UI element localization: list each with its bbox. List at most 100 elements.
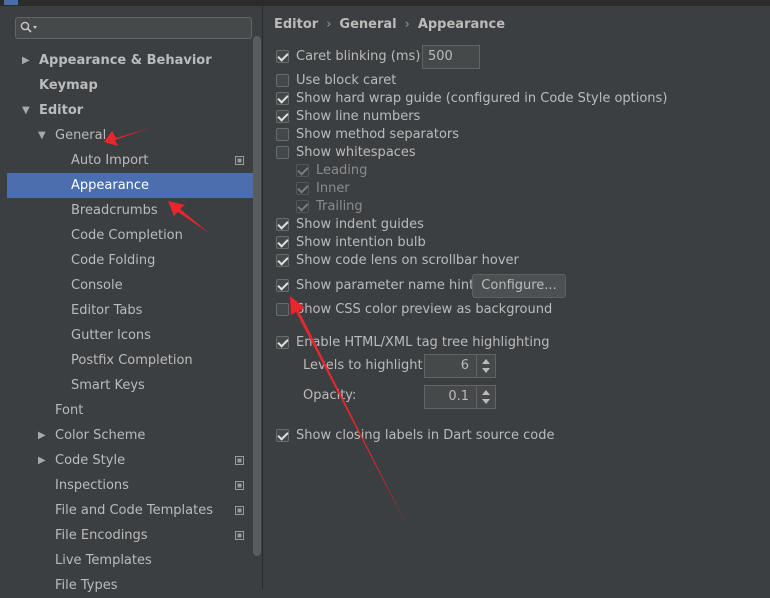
project-scope-icon	[235, 156, 244, 165]
tree-item-label: Live Templates	[55, 553, 152, 568]
tree-item-label: Postfix Completion	[71, 353, 193, 368]
search-input[interactable]	[15, 17, 252, 39]
checkbox-box[interactable]	[276, 146, 289, 159]
tree-item-label: Appearance & Behavior	[39, 53, 212, 68]
tree-item-label: Editor Tabs	[71, 303, 143, 318]
tree-item-live-templates[interactable]: Live Templates	[7, 548, 261, 573]
checkbox-label: Show hard wrap guide (configured in Code…	[296, 91, 668, 106]
tree-item-editor-tabs[interactable]: Editor Tabs	[7, 298, 261, 323]
opacity-label: Opacity:	[303, 388, 357, 403]
project-scope-icon	[235, 531, 244, 540]
tree-item-postfix-completion[interactable]: Postfix Completion	[7, 348, 261, 373]
checkbox-label: Show line numbers	[296, 109, 421, 124]
checkbox-label: Show CSS color preview as background	[296, 302, 553, 317]
checkbox-label: Show intention bulb	[296, 235, 426, 250]
checkbox-label: Show method separators	[296, 127, 460, 142]
tree-item-file-and-code-templates[interactable]: File and Code Templates	[7, 498, 261, 523]
sidebar-scrollbar[interactable]	[253, 36, 261, 556]
tree-item-label: Smart Keys	[71, 378, 145, 393]
tree-item-file-encodings[interactable]: File Encodings	[7, 523, 261, 548]
checkbox-box[interactable]	[276, 254, 289, 267]
checkbox-label: Trailing	[316, 199, 363, 214]
checkbox-box[interactable]	[276, 128, 289, 141]
tree-item-keymap[interactable]: Keymap	[7, 73, 261, 98]
checkbox-box[interactable]	[276, 429, 289, 442]
chevron-down-icon[interactable]: ▼	[38, 123, 46, 148]
tree-item-label: Gutter Icons	[71, 328, 151, 343]
checkbox-box[interactable]	[276, 50, 289, 63]
checkbox-box[interactable]	[276, 336, 289, 349]
checkbox-label: Leading	[316, 163, 368, 178]
tree-item-file-types[interactable]: File Types	[7, 573, 261, 598]
checkbox-label: Caret blinking (ms):	[296, 49, 425, 64]
checkbox-box[interactable]	[276, 110, 289, 123]
tree-item-console[interactable]: Console	[7, 273, 261, 298]
tree-item-code-folding[interactable]: Code Folding	[7, 248, 261, 273]
tree-item-label: Font	[55, 403, 84, 418]
spinner-arrows-icon[interactable]	[476, 386, 495, 408]
tree-item-label: Code Completion	[71, 228, 183, 243]
opacity-value: 0.1	[448, 389, 469, 404]
breadcrumb: Editor › General › Appearance	[274, 17, 505, 32]
tree-item-appearance-behavior[interactable]: ▶ Appearance & Behavior	[7, 48, 261, 73]
checkbox-box[interactable]	[296, 164, 309, 177]
tree-item-editor[interactable]: ▼ Editor	[7, 98, 261, 123]
checkbox-box[interactable]	[276, 236, 289, 249]
tree-item-code-style[interactable]: ▶ Code Style	[7, 448, 261, 473]
tree-item-label: File Types	[55, 578, 118, 593]
tree-item-label: Color Scheme	[55, 428, 146, 443]
chevron-right-icon[interactable]: ▶	[22, 48, 30, 73]
checkbox-label: Use block caret	[296, 73, 397, 88]
search-icon	[20, 21, 37, 33]
caret-blinking-input[interactable]: 500	[422, 45, 480, 69]
tree-item-appearance[interactable]: Appearance	[7, 173, 261, 198]
tree-item-label: Keymap	[39, 78, 98, 93]
tree-item-gutter-icons[interactable]: Gutter Icons	[7, 323, 261, 348]
tree-item-label: Appearance	[71, 178, 150, 193]
checkbox-label: Show code lens on scrollbar hover	[296, 253, 519, 268]
tree-item-breadcrumbs[interactable]: Breadcrumbs	[7, 198, 261, 223]
checkbox-label: Show indent guides	[296, 217, 424, 232]
levels-spinner[interactable]: 6	[424, 354, 496, 378]
opacity-spinner[interactable]: 0.1	[424, 385, 496, 409]
checkbox-box[interactable]	[276, 74, 289, 87]
levels-value: 6	[460, 358, 469, 373]
tree-item-color-scheme[interactable]: ▶ Color Scheme	[7, 423, 261, 448]
tree-item-label: File Encodings	[55, 528, 148, 543]
breadcrumb-separator-icon: ›	[326, 17, 332, 32]
configure-button[interactable]: Configure...	[472, 274, 566, 298]
checkbox-label: Show parameter name hints	[296, 278, 481, 293]
tree-item-smart-keys[interactable]: Smart Keys	[7, 373, 261, 398]
checkbox-box[interactable]	[276, 279, 289, 292]
tree-item-code-completion[interactable]: Code Completion	[7, 223, 261, 248]
checkbox-box[interactable]	[296, 182, 309, 195]
tree-item-inspections[interactable]: Inspections	[7, 473, 261, 498]
project-scope-icon	[235, 506, 244, 515]
checkbox-box[interactable]	[296, 200, 309, 213]
levels-label: Levels to highlight:	[303, 358, 427, 373]
chevron-right-icon[interactable]: ▶	[38, 448, 46, 473]
tree-item-auto-import[interactable]: Auto Import	[7, 148, 261, 173]
tree-item-label: Auto Import	[71, 153, 149, 168]
checkbox-box[interactable]	[276, 303, 289, 316]
checkbox-box[interactable]	[276, 92, 289, 105]
window-accent	[4, 0, 18, 5]
chevron-right-icon[interactable]: ▶	[38, 423, 46, 448]
tree-item-general[interactable]: ▼ General	[7, 123, 261, 148]
project-scope-icon	[235, 456, 244, 465]
chevron-down-icon[interactable]: ▼	[22, 98, 30, 123]
checkbox-box[interactable]	[276, 218, 289, 231]
tree-item-label: Breadcrumbs	[71, 203, 158, 218]
checkbox-label: Show closing labels in Dart source code	[296, 428, 555, 443]
checkbox-label: Show whitespaces	[296, 145, 416, 160]
tree-item-label: Code Style	[55, 453, 126, 468]
tree-item-label: General	[55, 128, 107, 143]
tree-item-label: Inspections	[55, 478, 129, 493]
tree-item-label: Editor	[39, 103, 84, 118]
tree-item-font[interactable]: Font	[7, 398, 261, 423]
project-scope-icon	[235, 481, 244, 490]
checkbox-label: Inner	[316, 181, 350, 196]
spinner-arrows-icon[interactable]	[476, 355, 495, 377]
breadcrumb-editor: Editor	[274, 17, 319, 32]
breadcrumb-general: General	[339, 17, 397, 32]
